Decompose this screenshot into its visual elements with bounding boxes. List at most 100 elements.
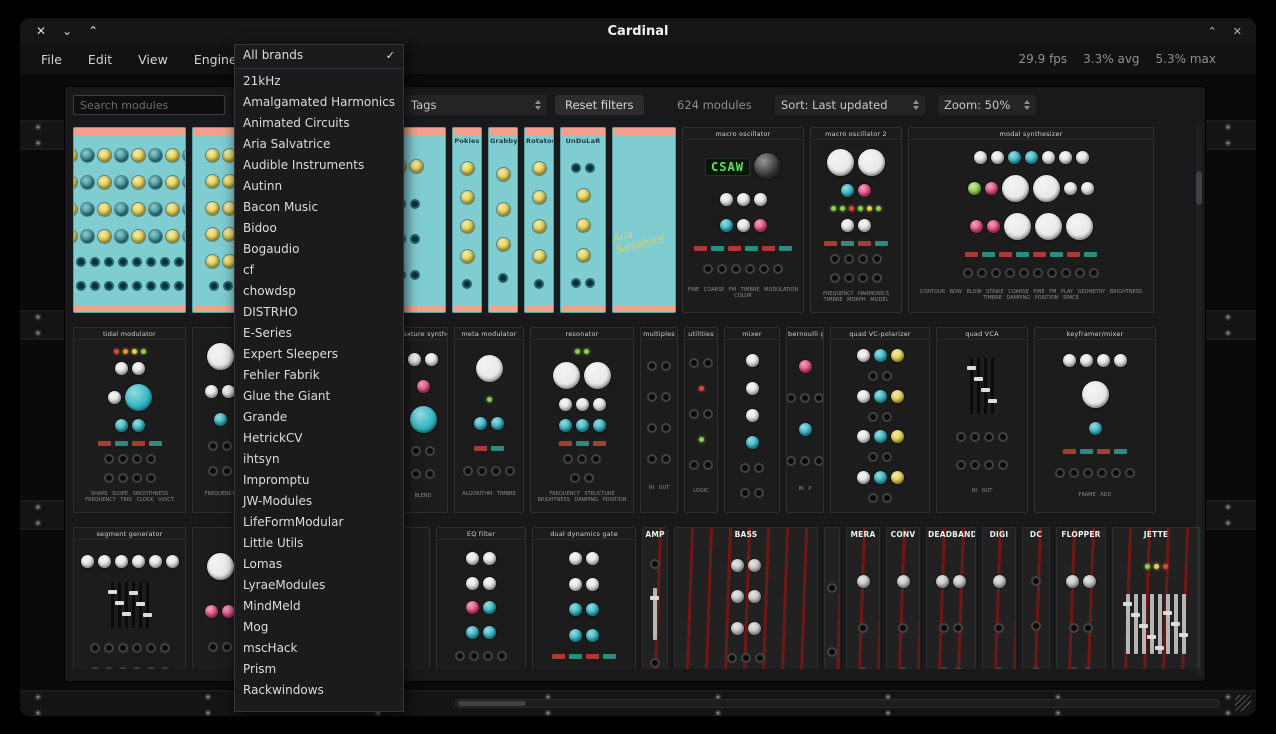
brand-menu-item[interactable]: Glue the Giant xyxy=(235,386,403,407)
brand-menu-item[interactable]: Audible Instruments xyxy=(235,155,403,176)
brand-menu-item[interactable]: Bacon Music xyxy=(235,197,403,218)
module-card-pokies[interactable]: Pokies xyxy=(452,127,482,313)
knob-row xyxy=(400,353,446,366)
brand-menu-item[interactable]: Animated Circuits xyxy=(235,113,403,134)
brand-menu-item[interactable]: Aria Salvatrice xyxy=(235,134,403,155)
chevron-down-icon[interactable]: ⌄ xyxy=(62,24,72,38)
module-card-amp[interactable]: AMPCV IN xyxy=(642,527,668,669)
module-card-modal-synthesizer[interactable]: modal synthesizerCONTOUR BOW BLOW STRIKE… xyxy=(908,127,1154,313)
brand-menu-item[interactable]: ihtsyn xyxy=(235,449,403,470)
brand-menu-item[interactable]: HetrickCV xyxy=(235,428,403,449)
module-card-multiples[interactable]: multiplesIN OUT xyxy=(640,327,678,513)
brand-menu-item-label: Prism xyxy=(243,659,276,680)
module-card-flopper[interactable]: FLOPPER xyxy=(1056,527,1106,669)
brand-menu-item[interactable]: Autinn xyxy=(235,176,403,197)
module-card[interactable] xyxy=(73,127,186,313)
menu-edit[interactable]: Edit xyxy=(75,46,125,73)
brand-menu-item[interactable]: mscHack xyxy=(235,638,403,659)
panel-stripe xyxy=(613,305,675,312)
brand-menu-item[interactable]: Grande xyxy=(235,407,403,428)
brand-menu-item[interactable]: 21kHz xyxy=(235,71,403,92)
browser-vertical-scrollbar[interactable] xyxy=(1196,127,1202,677)
brand-menu-item[interactable]: Mog xyxy=(235,617,403,638)
module-title: mixer xyxy=(725,328,779,340)
module-panel: Aria Salvatrice xyxy=(613,135,675,305)
scrollbar-thumb[interactable] xyxy=(1196,171,1202,205)
module-card-bass[interactable]: BASSCUTOFF CV RESONANCE DECAY ACCENT ENV… xyxy=(674,527,818,669)
module-card-segment-generator[interactable]: segment generatorSHAPE/TIME GATE xyxy=(73,527,186,669)
brand-menu-item[interactable]: Fehler Fabrik xyxy=(235,365,403,386)
zoom-select[interactable]: Zoom: 50% xyxy=(938,95,1036,115)
module-card-keyframer-mixer[interactable]: keyframer/mixerFRAME ADD xyxy=(1034,327,1156,513)
module-card-bernoulli-gate[interactable]: bernoulli gateIN P xyxy=(786,327,824,513)
knob xyxy=(874,390,887,403)
search-input[interactable] xyxy=(73,95,225,115)
module-card-dc[interactable]: DC xyxy=(1022,527,1050,669)
brand-menu-item[interactable]: Impromptu xyxy=(235,470,403,491)
module-card-mera[interactable]: MERA xyxy=(846,527,880,669)
jack xyxy=(90,257,100,267)
menu-file[interactable]: File xyxy=(28,46,75,73)
shade-icon[interactable]: ⌃ xyxy=(1208,25,1217,38)
brand-menu-item[interactable]: Little Utils xyxy=(235,533,403,554)
jack xyxy=(1125,468,1135,478)
module-card-meta-modulator[interactable]: meta modulatorALGORITHM TIMBRE xyxy=(454,327,524,513)
brand-menu-item[interactable]: cf xyxy=(235,260,403,281)
module-card-macro-oscillator[interactable]: macro oscillatorCSAWFINE COARSE FM TIMBR… xyxy=(682,127,804,313)
module-card-conv[interactable]: CONV xyxy=(886,527,920,669)
brand-menu-item[interactable]: Lomas xyxy=(235,554,403,575)
sort-select[interactable]: Sort: Last updated xyxy=(775,95,925,115)
brand-menu-item[interactable]: Prism xyxy=(235,659,403,680)
brand-menu-item[interactable]: LyraeModules xyxy=(235,575,403,596)
menu-view[interactable]: View xyxy=(125,46,181,73)
module-card-eq-filter[interactable]: EQ filterFREQ GAIN LEVEL FREQ xyxy=(436,527,526,669)
module-card-rotatoes[interactable]: Rotatoes xyxy=(524,127,554,313)
module-card-undular[interactable]: UnDuLaR xyxy=(560,127,606,313)
brand-menu-item-all-brands[interactable]: All brands ✓ xyxy=(235,45,403,66)
scrollbar-thumb[interactable] xyxy=(458,701,526,706)
knob xyxy=(559,398,572,411)
module-card-resonator[interactable]: resonatorFREQUENCY STRUCTURE BRIGHTNESS … xyxy=(530,327,634,513)
brand-menu-item[interactable]: JW-Modules xyxy=(235,491,403,512)
module-card-quad-vca[interactable]: quad VCAIN OUT xyxy=(936,327,1028,513)
module-card-quad-vc-polarizer[interactable]: quad VC-polarizer xyxy=(830,327,930,513)
module-card[interactable]: Aria Salvatrice xyxy=(612,127,676,313)
module-card-grabby[interactable]: Grabby xyxy=(488,127,518,313)
module-card-mixer[interactable]: mixer xyxy=(724,327,780,513)
brand-menu-item[interactable]: DISTRHO xyxy=(235,302,403,323)
tags-filter-select[interactable]: Tags xyxy=(405,95,547,115)
brand-menu-item[interactable]: MindMeld xyxy=(235,596,403,617)
module-card-digi[interactable]: DIGI xyxy=(982,527,1016,669)
brand-menu-item[interactable]: Amalgamated Harmonics xyxy=(235,92,403,113)
module-card-deadband[interactable]: DEADBAND xyxy=(926,527,976,669)
module-card-macro-oscillator-2[interactable]: macro oscillator 2FREQUENCY HARMONICS TI… xyxy=(810,127,902,313)
module-panel: BLEND xyxy=(399,340,447,512)
module-card-utilities[interactable]: utilitiesLOGIC xyxy=(684,327,718,513)
knob xyxy=(874,471,887,484)
brand-menu-item[interactable]: E-Series xyxy=(235,323,403,344)
module-card-jette[interactable]: JETTE xyxy=(1112,527,1200,669)
knob xyxy=(466,601,479,614)
brand-menu-item[interactable]: Expert Sleepers xyxy=(235,344,403,365)
jack xyxy=(1083,623,1093,633)
window-resize-grip[interactable] xyxy=(1235,695,1251,711)
brand-menu-item[interactable]: LifeFormModular xyxy=(235,512,403,533)
brand-menu-item[interactable]: chowdsp xyxy=(235,281,403,302)
jack-row xyxy=(1024,576,1048,586)
chevron-up-icon[interactable]: ⌃ xyxy=(88,24,98,38)
brand-menu-item[interactable]: Bidoo xyxy=(235,218,403,239)
close-icon[interactable]: ✕ xyxy=(36,24,46,38)
module-card-tidal-modulator[interactable]: tidal modulatorSHAPE SLOPE SMOOTHNESS FR… xyxy=(73,327,186,513)
brand-menu-item[interactable]: Bogaudio xyxy=(235,239,403,260)
module-card[interactable] xyxy=(824,527,840,669)
reset-filters-button[interactable]: Reset filters xyxy=(555,95,644,115)
module-card-dual-dynamics-gate[interactable]: dual dynamics gateSHAPE MOD EXCITE IN xyxy=(532,527,636,669)
module-card-texture-synthesizer[interactable]: texture synthesizerBLEND xyxy=(398,327,448,513)
jack xyxy=(977,268,987,278)
rack-horizontal-scrollbar[interactable] xyxy=(455,699,1220,708)
brand-menu-item[interactable]: Rackwindows xyxy=(235,680,403,701)
knob-row xyxy=(75,149,184,162)
slider xyxy=(653,588,657,640)
module-title: multiples xyxy=(641,328,677,340)
close-box-icon[interactable]: ✕ xyxy=(1233,25,1242,38)
